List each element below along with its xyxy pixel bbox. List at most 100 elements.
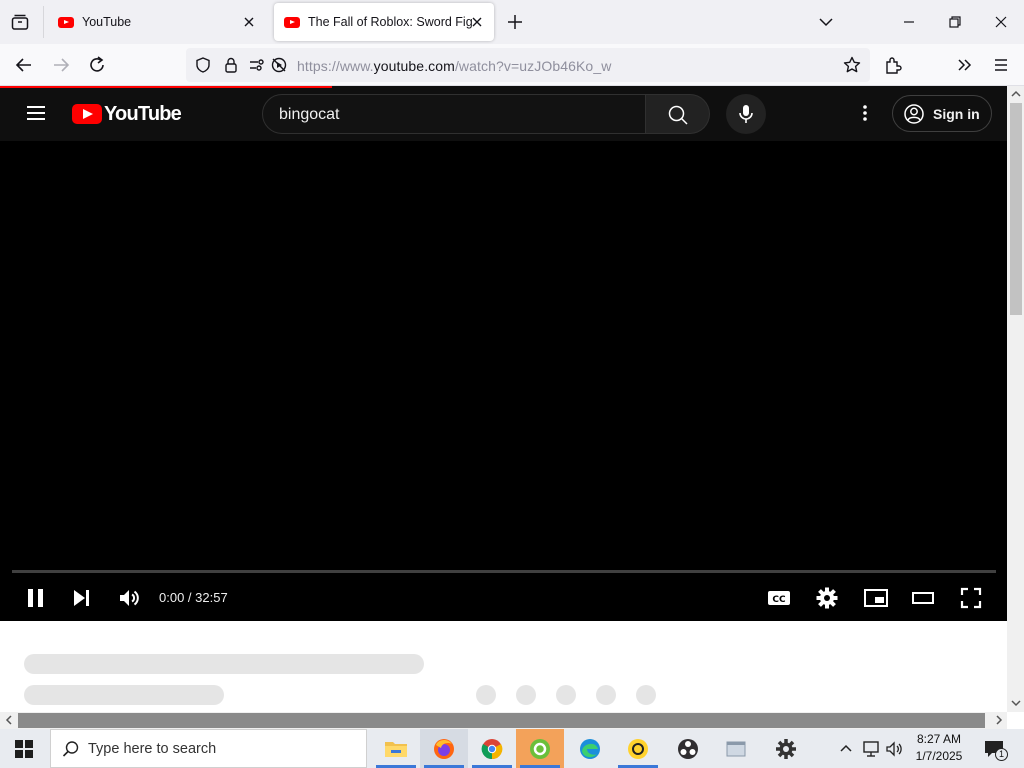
- list-all-tabs-icon[interactable]: [816, 12, 836, 32]
- next-icon: [74, 590, 89, 606]
- green-app[interactable]: [516, 729, 564, 768]
- url-path: /watch?v=uzJOb46Ko_w: [454, 58, 612, 74]
- edge-app[interactable]: [566, 729, 614, 768]
- settings-button[interactable]: [815, 586, 839, 610]
- tracking-protection-icon[interactable]: [194, 56, 212, 74]
- yellow-app[interactable]: [614, 729, 662, 768]
- autoplay-blocked-icon[interactable]: [270, 56, 288, 74]
- tab-title: YouTube: [82, 15, 132, 29]
- closed-captions-icon: CC: [768, 591, 790, 605]
- next-button[interactable]: [70, 586, 94, 610]
- window-app[interactable]: [712, 729, 760, 768]
- action-placeholder: [556, 685, 576, 705]
- video-progress-bar[interactable]: [12, 570, 996, 573]
- file-explorer-app[interactable]: [372, 729, 420, 768]
- search-input[interactable]: bingocat: [262, 94, 646, 134]
- scroll-left-arrow-icon[interactable]: [3, 714, 15, 726]
- notifications-button[interactable]: 1: [983, 738, 1009, 762]
- show-hidden-icons-icon[interactable]: [838, 740, 854, 756]
- lock-icon[interactable]: [222, 56, 240, 74]
- svg-text:CC: CC: [772, 595, 786, 605]
- url-prefix: https://www.: [297, 58, 374, 74]
- obs-app[interactable]: [664, 729, 712, 768]
- youtube-header: YouTube bingocat Sign in: [0, 86, 1007, 141]
- restore-icon[interactable]: [945, 12, 965, 32]
- time-display: 0:00 / 32:57: [159, 590, 228, 605]
- clock-date: 1/7/2025: [915, 749, 963, 763]
- firefox-app[interactable]: [420, 729, 468, 768]
- scroll-down-arrow-icon[interactable]: [1010, 697, 1022, 709]
- scroll-up-arrow-icon[interactable]: [1010, 88, 1022, 100]
- horizontal-scroll-thumb[interactable]: [18, 713, 985, 728]
- bookmark-star-icon[interactable]: [842, 55, 862, 75]
- close-tab-icon[interactable]: [468, 13, 486, 31]
- url-text: https://www.youtube.com/watch?v=uzJOb46K…: [297, 58, 611, 74]
- forward-icon[interactable]: [50, 54, 72, 76]
- action-placeholder: [596, 685, 616, 705]
- close-tab-icon[interactable]: [240, 13, 258, 31]
- tab-video[interactable]: The Fall of Roblox: Sword Fight: [274, 3, 494, 41]
- subtitles-button[interactable]: CC: [767, 586, 791, 610]
- mute-button[interactable]: [117, 586, 141, 610]
- action-placeholder: [516, 685, 536, 705]
- permissions-icon[interactable]: [248, 56, 266, 74]
- volume-tray-icon[interactable]: [885, 740, 905, 758]
- folder-icon: [385, 742, 407, 757]
- start-windows-icon[interactable]: [15, 740, 33, 758]
- youtube-favicon-icon: [284, 16, 300, 28]
- window-app-icon: [726, 741, 746, 757]
- account-icon: [904, 103, 924, 124]
- video-player[interactable]: 0:00 / 32:57 CC: [0, 141, 1007, 621]
- firefox-icon: [434, 739, 454, 759]
- navigation-toolbar: https://www.youtube.com/watch?v=uzJOb46K…: [0, 44, 1024, 116]
- clock[interactable]: 8:27 AM 1/7/2025: [908, 731, 970, 767]
- search-icon: [62, 741, 79, 757]
- youtube-favicon-icon: [58, 16, 74, 28]
- youtube-logo[interactable]: YouTube: [72, 102, 182, 126]
- scroll-right-arrow-icon[interactable]: [993, 714, 1005, 726]
- app-menu-icon[interactable]: [990, 54, 1012, 76]
- pause-button[interactable]: [24, 586, 48, 610]
- sign-in-label: Sign in: [933, 105, 980, 122]
- hamburger-menu-icon[interactable]: [25, 102, 47, 124]
- sign-in-button[interactable]: Sign in: [892, 95, 992, 132]
- channel-placeholder: [24, 685, 224, 705]
- pause-icon: [28, 589, 43, 607]
- miniplayer-button[interactable]: [863, 586, 889, 610]
- search-icon: [668, 105, 688, 125]
- taskbar-search-placeholder: Type here to search: [88, 741, 217, 757]
- search-button[interactable]: [646, 94, 710, 134]
- title-placeholder: [24, 654, 424, 674]
- vertical-scroll-thumb[interactable]: [1010, 103, 1022, 315]
- address-bar[interactable]: https://www.youtube.com/watch?v=uzJOb46K…: [186, 48, 870, 82]
- notification-count: 1: [995, 748, 1008, 761]
- voice-search-button[interactable]: [726, 94, 766, 134]
- new-tab-icon[interactable]: [505, 12, 525, 32]
- tab-youtube[interactable]: YouTube: [50, 0, 268, 44]
- theater-mode-button[interactable]: [911, 586, 935, 610]
- action-placeholder: [636, 685, 656, 705]
- clock-time: 8:27 AM: [916, 732, 962, 746]
- green-app-icon: [530, 739, 550, 759]
- edge-icon: [580, 739, 600, 759]
- minimize-icon[interactable]: [899, 12, 919, 32]
- network-icon[interactable]: [862, 740, 882, 758]
- youtube-logo-text: YouTube: [104, 102, 182, 125]
- overflow-menu-icon[interactable]: [954, 54, 976, 76]
- tab-list-icon[interactable]: [10, 12, 30, 32]
- taskbar-search-box[interactable]: Type here to search: [50, 729, 367, 768]
- microphone-icon: [739, 105, 753, 123]
- settings-app[interactable]: [762, 729, 810, 768]
- search-query: bingocat: [279, 106, 340, 123]
- youtube-logo-icon: [72, 104, 102, 124]
- back-icon[interactable]: [13, 54, 35, 76]
- chrome-app[interactable]: [468, 729, 516, 768]
- extensions-icon[interactable]: [882, 54, 904, 76]
- more-options-icon[interactable]: [855, 102, 875, 124]
- fullscreen-button[interactable]: [959, 586, 983, 610]
- reload-icon[interactable]: [86, 54, 108, 76]
- tab-title: The Fall of Roblox: Sword Fight: [308, 15, 473, 29]
- close-window-icon[interactable]: [991, 12, 1011, 32]
- chrome-icon: [481, 739, 503, 760]
- yellow-app-icon: [628, 739, 648, 759]
